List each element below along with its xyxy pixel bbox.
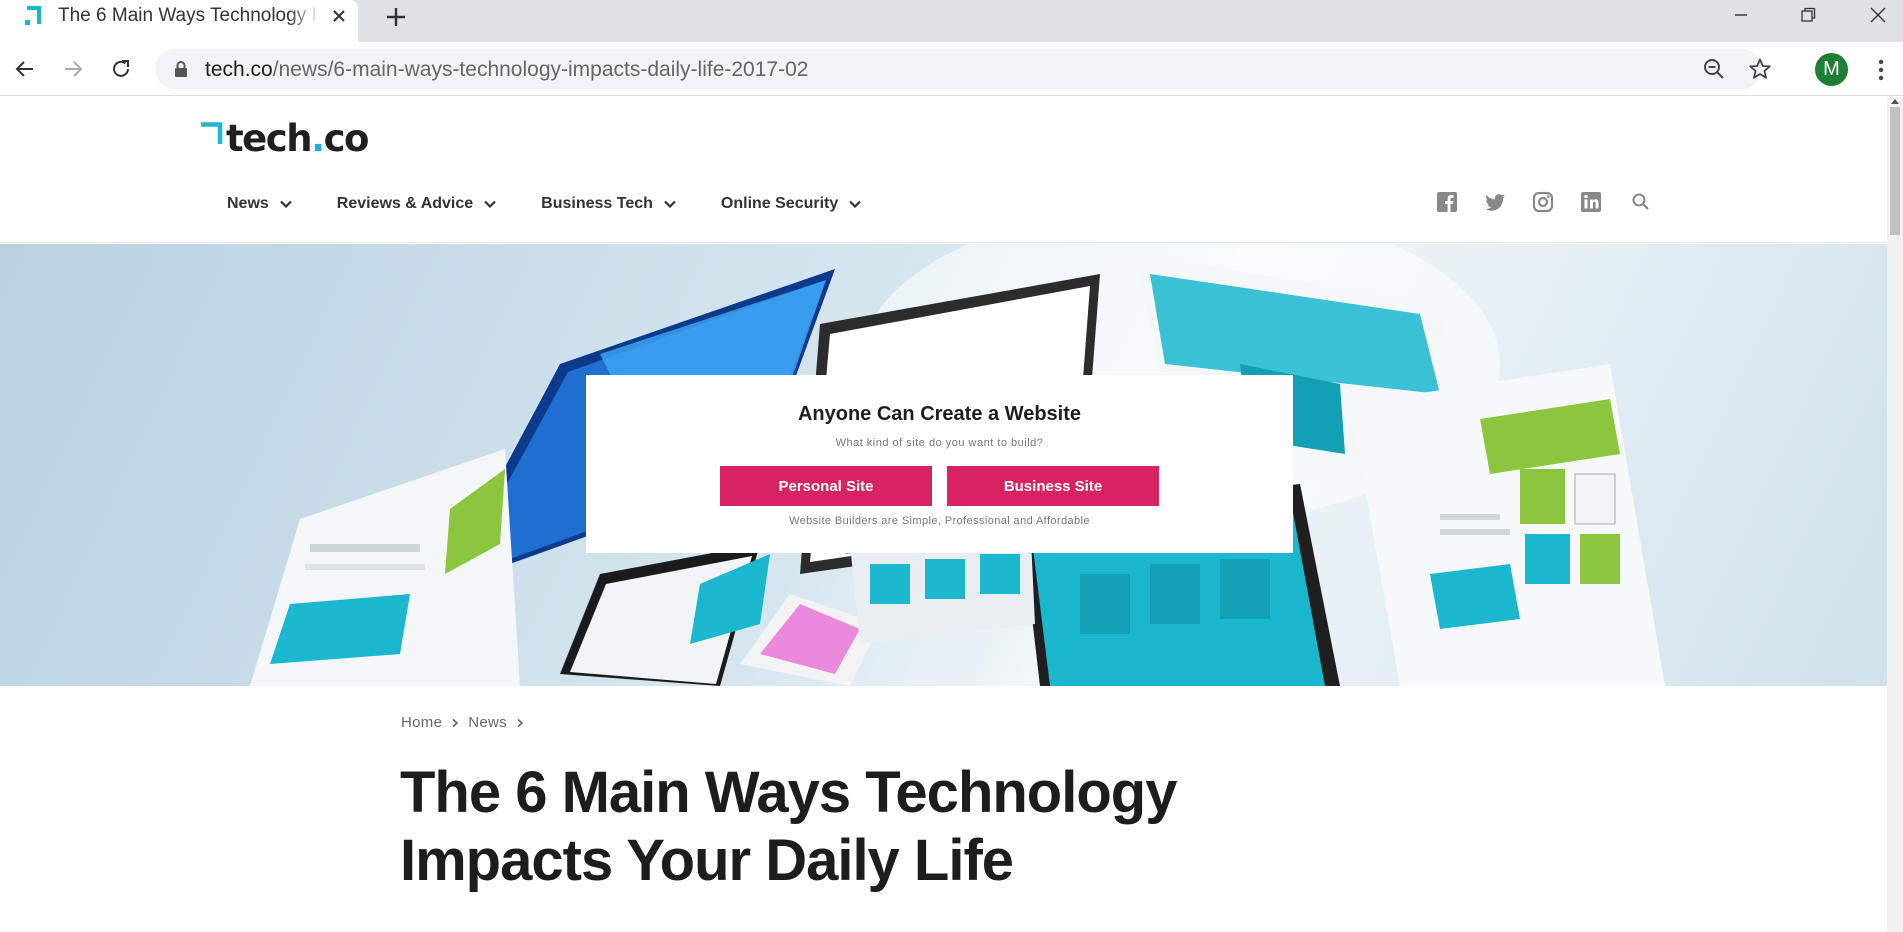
promo-subtitle: What kind of site do you want to build? [835, 437, 1044, 449]
logo-text-end: co [323, 117, 370, 160]
lock-icon[interactable] [173, 60, 189, 78]
restore-icon [1801, 7, 1816, 22]
promo-footer-text: Website Builders are Simple, Professiona… [789, 515, 1090, 527]
chevron-down-icon [280, 200, 292, 209]
new-tab-icon[interactable] [383, 4, 409, 30]
site-logo[interactable]: tech.co [200, 117, 370, 161]
techco-favicon-icon [25, 6, 41, 25]
nav-item-label: Reviews & Advice [336, 195, 474, 212]
bookmark-star-icon[interactable] [1748, 57, 1772, 81]
chevron-down-icon [484, 200, 496, 209]
close-window-button[interactable] [1853, 0, 1903, 30]
address-bar[interactable]: tech.co/news/6-main-ways-technology-impa… [155, 49, 1771, 89]
facebook-icon[interactable] [1436, 191, 1458, 213]
url-host: tech.co [205, 58, 273, 81]
logo-text-dot: . [311, 117, 325, 160]
logo-text-main: tech [226, 117, 313, 160]
scrollbar-thumb[interactable] [1890, 107, 1900, 235]
chevron-right-icon [517, 718, 524, 727]
forward-button[interactable] [59, 55, 87, 83]
page-scrollbar[interactable] [1887, 97, 1903, 932]
nav-item-online-security[interactable]: Online Security [721, 193, 862, 215]
close-icon [1870, 7, 1886, 23]
zoom-icon[interactable] [1702, 57, 1726, 81]
minimize-window-button[interactable] [1716, 0, 1766, 30]
hero-banner: Anyone Can Create a Website What kind of… [0, 244, 1887, 686]
linkedin-icon[interactable] [1580, 191, 1602, 213]
nav-item-business-tech[interactable]: Business Tech [541, 193, 677, 215]
twitter-icon[interactable] [1484, 191, 1506, 213]
chevron-right-icon [452, 718, 459, 727]
site-header: tech.co News Reviews & Advice Business T… [0, 97, 1887, 243]
browser-menu-icon[interactable] [1878, 58, 1884, 82]
nav-item-label: Business Tech [541, 195, 653, 212]
page-viewport: tech.co News Reviews & Advice Business T… [0, 97, 1887, 932]
browser-toolbar: tech.co/news/6-main-ways-technology-impa… [0, 42, 1903, 96]
scroll-up-arrow-icon[interactable] [1891, 97, 1899, 105]
breadcrumb-home-link[interactable]: Home [401, 714, 442, 731]
close-tab-icon[interactable] [328, 5, 350, 27]
browser-tab-strip: The 6 Main Ways Technology Impacts Your … [0, 0, 1903, 42]
breadcrumb-news-link[interactable]: News [468, 714, 507, 731]
website-builder-promo: Anyone Can Create a Website What kind of… [586, 375, 1293, 553]
logo-text: tech.co [226, 117, 370, 160]
back-arrow-icon [15, 61, 33, 77]
main-nav: News Reviews & Advice Business Tech Onli… [227, 193, 906, 215]
reload-button[interactable] [107, 55, 135, 83]
promo-title: Anyone Can Create a Website [797, 403, 1082, 425]
chevron-down-icon [849, 200, 862, 209]
article-title: The 6 Main Ways Technology Impacts Your … [400, 760, 1177, 893]
search-icon[interactable] [1630, 191, 1652, 213]
nav-item-label: Online Security [720, 195, 839, 212]
chevron-down-icon [664, 200, 676, 209]
profile-avatar[interactable]: M [1815, 53, 1848, 86]
back-button[interactable] [11, 55, 39, 83]
restore-window-button[interactable] [1783, 0, 1833, 30]
personal-site-button[interactable]: Personal Site [720, 466, 932, 506]
forward-arrow-icon [65, 61, 83, 77]
tab-title: The 6 Main Ways Technology Impacts Your … [58, 5, 320, 26]
business-site-button[interactable]: Business Site [947, 466, 1159, 506]
minimize-icon [1735, 14, 1747, 16]
nav-item-label: News [227, 195, 269, 212]
url-text[interactable]: tech.co/news/6-main-ways-technology-impa… [205, 58, 808, 82]
browser-tab[interactable]: The 6 Main Ways Technology Impacts Your … [0, 0, 358, 42]
reload-icon [113, 60, 129, 77]
breadcrumb: Home News [401, 714, 533, 731]
techco-logo-mark-icon [201, 122, 223, 144]
instagram-icon[interactable] [1532, 191, 1554, 213]
url-path: /news/6-main-ways-technology-impacts-dai… [272, 58, 809, 81]
nav-item-reviews-advice[interactable]: Reviews & Advice [337, 193, 497, 215]
nav-item-news[interactable]: News [227, 193, 293, 215]
